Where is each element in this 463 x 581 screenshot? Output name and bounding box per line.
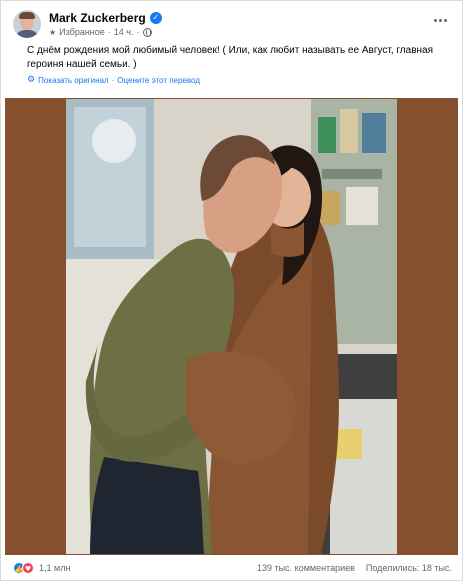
- post-text: С днём рождения мой любимый человек! ( И…: [27, 45, 434, 70]
- reactions-summary[interactable]: 👍 ♥ 1,1 млн: [13, 562, 70, 574]
- post-photo[interactable]: [66, 99, 397, 554]
- rate-translation-link[interactable]: Оцените этот перевод: [117, 76, 200, 85]
- post-header: Mark Zuckerberg ✓ ★ Избранное · 14 ч. ·: [13, 9, 450, 41]
- translation-separator: ·: [111, 75, 115, 85]
- dot-icon: [433, 18, 437, 22]
- author-avatar[interactable]: [13, 10, 41, 38]
- meta-separator: ·: [107, 27, 111, 37]
- show-original-link[interactable]: Показать оригинал: [38, 76, 109, 85]
- post-card: Mark Zuckerberg ✓ ★ Избранное · 14 ч. · …: [0, 0, 463, 581]
- author-name[interactable]: Mark Zuckerberg: [49, 11, 146, 25]
- comments-count[interactable]: 139 тыс. комментариев: [257, 563, 355, 573]
- translate-gear-icon: ⚙: [27, 75, 36, 85]
- meta-separator-2: ·: [136, 27, 140, 37]
- shares-count[interactable]: Поделились: 18 тыс.: [366, 563, 452, 573]
- reactions-count[interactable]: 1,1 млн: [39, 563, 70, 573]
- more-options-button[interactable]: [430, 13, 450, 27]
- dot-icon: [443, 18, 447, 22]
- post-time[interactable]: 14 ч.: [114, 27, 134, 37]
- engagement-stats: 139 тыс. комментариев Поделились: 18 тыс…: [257, 563, 452, 573]
- love-icon: ♥: [22, 562, 34, 574]
- translation-row: ⚙ Показать оригинал · Оцените этот перев…: [27, 75, 200, 85]
- star-icon: ★: [49, 27, 57, 37]
- dot-icon: [438, 18, 442, 22]
- globe-icon: [142, 27, 152, 37]
- post-footer: 👍 ♥ 1,1 млн 139 тыс. комментариев Подели…: [13, 560, 452, 576]
- avatar-shirt: [15, 30, 39, 38]
- avatar-hair: [19, 12, 35, 19]
- author-row: Mark Zuckerberg ✓: [49, 11, 162, 25]
- audience-label[interactable]: Избранное: [59, 27, 105, 37]
- post-meta: ★ Избранное · 14 ч. ·: [49, 27, 152, 37]
- post-photo-frame[interactable]: [5, 98, 458, 555]
- verified-badge-icon: ✓: [149, 12, 162, 24]
- photo-illustration: [66, 99, 397, 554]
